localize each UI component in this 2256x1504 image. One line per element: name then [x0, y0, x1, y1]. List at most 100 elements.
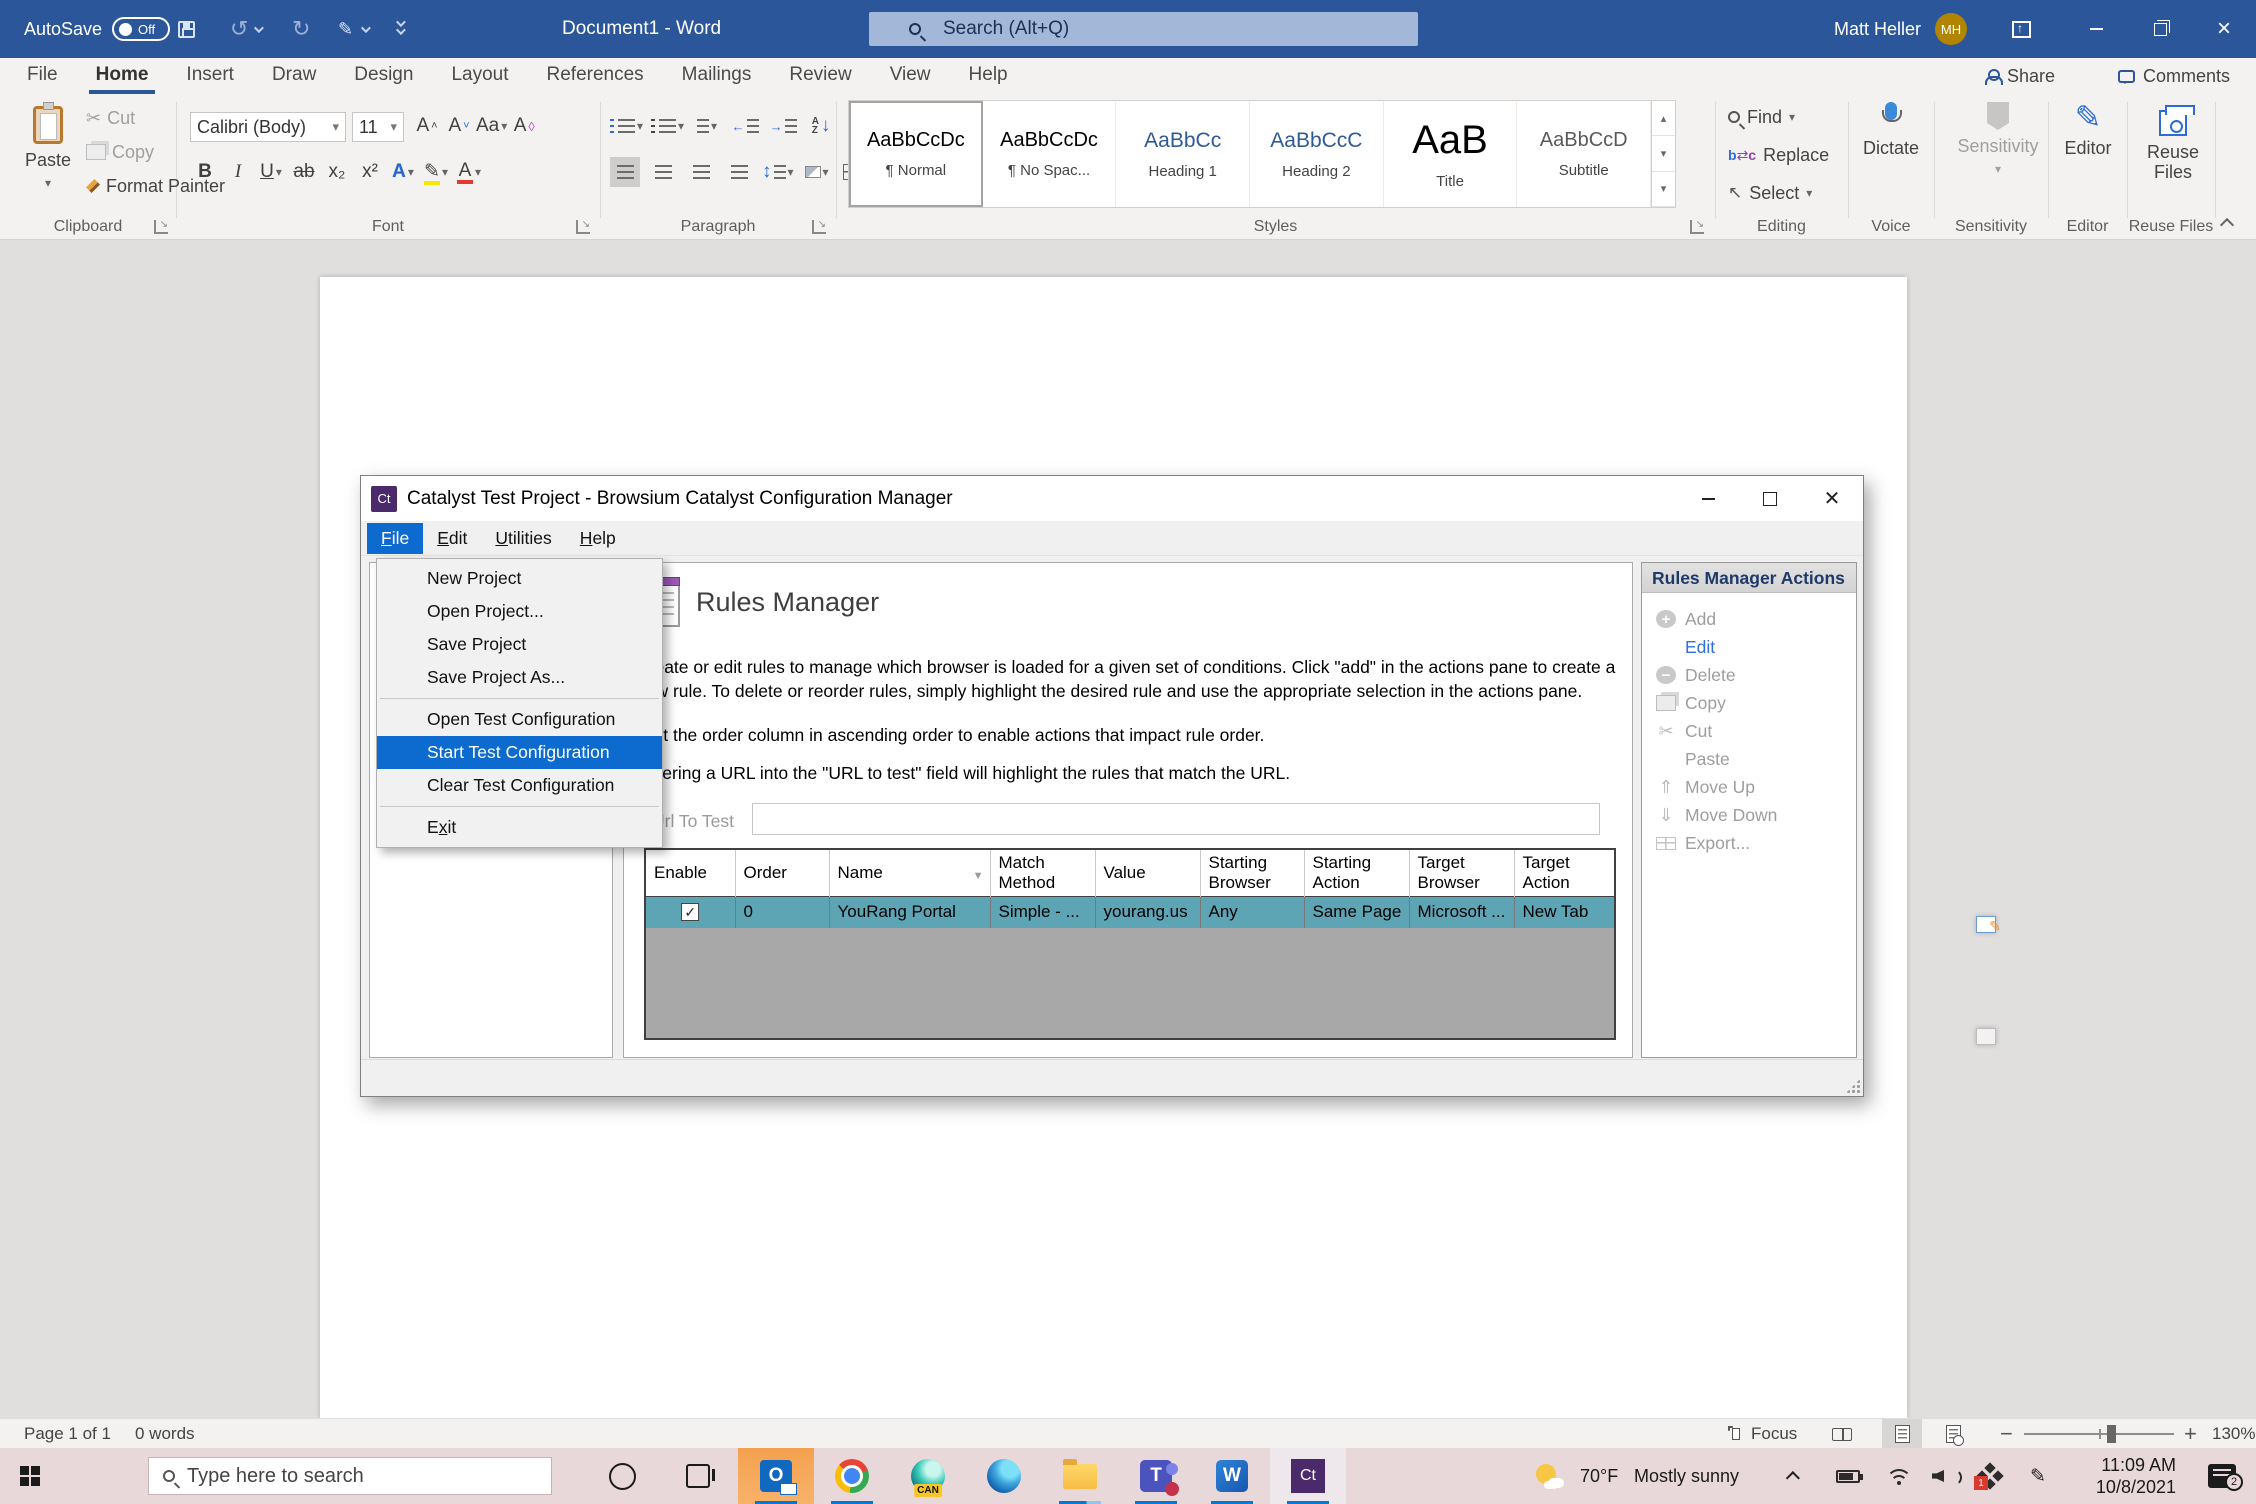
font-dialog-launcher[interactable]: ↘	[576, 220, 590, 234]
zoom-level[interactable]: 130%	[2212, 1419, 2255, 1449]
autosave-toggle[interactable]: Off	[112, 0, 170, 58]
zoom-out-button[interactable]: −	[2000, 1419, 2013, 1449]
resize-grip[interactable]	[1846, 1079, 1860, 1093]
menu-item-new-project[interactable]: New Project	[377, 562, 662, 595]
strikethrough-button[interactable]: ab	[289, 157, 319, 187]
table-row[interactable]: ✓ 0 YouRang Portal Simple - ... yourang.…	[646, 896, 1614, 928]
subscript-button[interactable]: x₂	[322, 157, 352, 187]
multilevel-list-button[interactable]: ▾	[692, 111, 722, 141]
cortana-button[interactable]	[592, 1448, 652, 1504]
styles-dialog-launcher[interactable]: ↘	[1690, 220, 1704, 234]
tab-help[interactable]: Help	[950, 58, 1027, 94]
action-copy[interactable]: Copy	[1642, 689, 1856, 717]
highlight-button[interactable]: ✎▾	[421, 157, 451, 187]
share-button[interactable]: Share	[1985, 58, 2055, 94]
word-count[interactable]: 0 words	[135, 1419, 195, 1449]
dialog-titlebar[interactable]: Ct Catalyst Test Project - Browsium Cata…	[361, 476, 1863, 521]
menu-utilities[interactable]: Utilities	[481, 523, 565, 554]
customize-qat-button[interactable]	[396, 0, 403, 58]
action-export[interactable]: Export...	[1642, 829, 1856, 857]
col-order[interactable]: Order	[735, 850, 829, 896]
menu-file[interactable]: File	[367, 523, 423, 554]
bold-button[interactable]: B	[190, 157, 220, 187]
taskbar-outlook-button[interactable]: O	[738, 1448, 814, 1504]
action-delete[interactable]: −Delete	[1642, 661, 1856, 689]
action-add[interactable]: +Add	[1642, 605, 1856, 633]
style-normal[interactable]: AaBbCcDc ¶ Normal	[849, 101, 983, 207]
font-size-select[interactable]: 11▾	[352, 112, 404, 142]
menu-item-open-project[interactable]: Open Project...	[377, 595, 662, 628]
avatar[interactable]: MH	[1935, 0, 1967, 58]
zoom-slider[interactable]	[2024, 1419, 2174, 1449]
action-move-down[interactable]: ⇓Move Down	[1642, 801, 1856, 829]
style-title[interactable]: AaB Title	[1384, 101, 1518, 207]
paragraph-dialog-launcher[interactable]: ↘	[812, 220, 826, 234]
weather-button[interactable]	[1534, 1448, 1564, 1504]
tab-insert[interactable]: Insert	[167, 58, 253, 94]
tab-review[interactable]: Review	[770, 58, 870, 94]
tab-home[interactable]: Home	[77, 58, 168, 94]
shrink-font-button[interactable]: A˅	[444, 111, 474, 141]
taskbar-edge-canary-button[interactable]: CAN	[890, 1448, 966, 1504]
col-match-method[interactable]: Match Method	[990, 850, 1095, 896]
tab-layout[interactable]: Layout	[432, 58, 527, 94]
copy-button[interactable]: Copy	[86, 138, 154, 166]
increase-indent-button[interactable]: →	[768, 111, 798, 141]
enable-checkbox[interactable]: ✓	[681, 903, 699, 921]
print-layout-button[interactable]	[1882, 1419, 1922, 1449]
action-paste[interactable]: Paste	[1642, 745, 1856, 773]
task-view-button[interactable]	[668, 1448, 728, 1504]
change-case-button[interactable]: Aa▾	[476, 111, 507, 141]
zoom-in-button[interactable]: +	[2184, 1419, 2197, 1449]
notification-center-button[interactable]: 2	[2208, 1448, 2236, 1504]
taskbar-catalyst-button[interactable]: Ct	[1270, 1448, 1346, 1504]
menu-item-start-test-configuration[interactable]: Start Test Configuration	[377, 736, 662, 769]
volume-button[interactable]	[1932, 1448, 1956, 1504]
style-no-spacing[interactable]: AaBbCcDc ¶ No Spac...	[983, 101, 1117, 207]
styles-scroll-up[interactable]: ▴	[1652, 101, 1675, 136]
sensitivity-button[interactable]: Sensitivity ▾	[1955, 102, 2041, 214]
align-right-button[interactable]	[686, 157, 716, 187]
font-name-select[interactable]: Calibri (Body)▾	[190, 112, 346, 142]
dialog-close-button[interactable]: ✕	[1801, 476, 1863, 521]
read-mode-button[interactable]	[1832, 1419, 1852, 1449]
wifi-button[interactable]	[1886, 1448, 1912, 1504]
temperature-label[interactable]: 70°F	[1580, 1448, 1618, 1504]
action-cut[interactable]: ✂Cut	[1642, 717, 1856, 745]
editor-button[interactable]: ✎ Editor	[2052, 102, 2124, 214]
align-center-button[interactable]	[648, 157, 678, 187]
taskbar-edge-button[interactable]	[966, 1448, 1042, 1504]
tab-view[interactable]: View	[871, 58, 950, 94]
decrease-indent-button[interactable]: ←	[730, 111, 760, 141]
col-enable[interactable]: Enable	[646, 850, 735, 896]
undo-button[interactable]: ↺	[230, 0, 261, 58]
find-button[interactable]: Find▾	[1728, 102, 1795, 132]
account-name[interactable]: Matt Heller	[1834, 0, 1921, 58]
style-subtitle[interactable]: AaBbCcD Subtitle	[1517, 101, 1651, 207]
col-name[interactable]: Name▼	[829, 850, 990, 896]
close-button[interactable]: ×	[2192, 0, 2256, 58]
zoom-slider-thumb[interactable]	[2107, 1425, 2116, 1443]
shading-button[interactable]: ▾	[802, 157, 832, 187]
page-count[interactable]: Page 1 of 1	[24, 1419, 111, 1449]
taskbar-chrome-button[interactable]	[814, 1448, 890, 1504]
dialog-minimize-button[interactable]	[1677, 476, 1739, 521]
collapse-ribbon-icon[interactable]	[2220, 218, 2234, 232]
menu-item-save-project[interactable]: Save Project	[377, 628, 662, 661]
col-value[interactable]: Value	[1095, 850, 1200, 896]
taskbar-search-input[interactable]: Type here to search	[148, 1457, 552, 1495]
clock[interactable]: 11:09 AM 10/8/2021	[2080, 1448, 2176, 1504]
menu-item-clear-test-configuration[interactable]: Clear Test Configuration	[377, 769, 662, 802]
taskbar-word-button[interactable]: W	[1194, 1448, 1270, 1504]
dictate-button[interactable]: Dictate	[1855, 102, 1927, 214]
clear-formatting-button[interactable]: A◊	[509, 111, 539, 141]
superscript-button[interactable]: x²	[355, 157, 385, 187]
minimize-button[interactable]	[2064, 0, 2128, 58]
styles-scroll-down[interactable]: ▾	[1652, 136, 1675, 171]
notification-app-button[interactable]: 1	[1978, 1448, 2002, 1504]
taskbar-teams-button[interactable]: T	[1118, 1448, 1194, 1504]
redo-button[interactable]: ↻	[292, 0, 310, 58]
focus-button[interactable]: Focus	[1728, 1419, 1797, 1449]
tab-design[interactable]: Design	[335, 58, 432, 94]
align-left-button[interactable]	[610, 157, 640, 187]
